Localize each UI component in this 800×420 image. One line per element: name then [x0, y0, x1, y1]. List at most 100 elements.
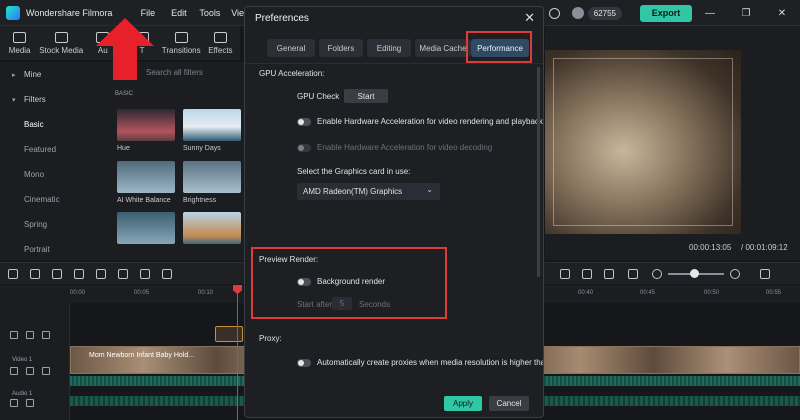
ruler-tick: 00:50 — [704, 290, 720, 296]
toolbar-effects[interactable]: Effects — [201, 26, 240, 60]
zoom-in-icon[interactable] — [730, 269, 740, 279]
tab-general[interactable]: General — [267, 39, 315, 57]
proxy-description: Automatically create proxies when media … — [317, 358, 544, 367]
crop-icon[interactable] — [162, 269, 172, 279]
marker-icon[interactable] — [604, 269, 614, 279]
section-label: BASIC — [115, 91, 134, 97]
sidebar-item-spring[interactable]: Spring — [0, 212, 106, 237]
search-input[interactable]: Search all filters — [146, 68, 203, 77]
microphone-icon[interactable] — [560, 269, 570, 279]
toolbar-stock-media[interactable]: Stock Media — [39, 26, 83, 60]
delete-icon[interactable] — [96, 269, 106, 279]
preview-panel: 00:00:13:05 / 00:01:09:12 { } ▭ ◉ ◁ ⤢ — [545, 26, 800, 272]
filter-thumb-brightness[interactable] — [183, 161, 241, 193]
proxy-toggle[interactable] — [297, 359, 311, 367]
redo-icon[interactable] — [74, 269, 84, 279]
hw-decode-toggle[interactable] — [297, 144, 311, 152]
filter-label: Sunny Days — [183, 145, 221, 152]
title-bar-right: 62755 Export — ❐ ✕ — [520, 0, 800, 26]
sidebar-item-filters[interactable]: Filters — [0, 87, 106, 112]
sidebar-item-featured[interactable]: Featured — [0, 137, 106, 162]
ruler-tick: 00:55 — [766, 290, 782, 296]
menu-edit[interactable]: Edit — [163, 8, 194, 18]
gpu-acceleration-label: GPU Acceleration: — [259, 69, 325, 78]
select-icon[interactable] — [30, 269, 40, 279]
filter-thumb-hue[interactable] — [117, 109, 175, 141]
track-eye-icon[interactable] — [42, 331, 50, 339]
credits-badge[interactable]: 62755 — [587, 6, 622, 20]
export-button[interactable]: Export — [640, 4, 692, 22]
track-lock-icon[interactable] — [10, 399, 18, 407]
avatar[interactable] — [571, 7, 584, 19]
media-icon — [13, 31, 27, 43]
timeline-menu-icon[interactable] — [760, 269, 770, 279]
track-audio-icon[interactable] — [26, 399, 34, 407]
cancel-button[interactable]: Cancel — [489, 396, 529, 411]
preview-video[interactable] — [545, 50, 741, 234]
video-track-label: Video 1 — [12, 357, 33, 363]
total-time: / 00:01:09:12 — [741, 243, 788, 252]
divider — [245, 63, 543, 64]
graphics-card-dropdown[interactable]: AMD Radeon(TM) Graphics ⌄ — [297, 183, 440, 200]
ruler-tick: 00:05 — [134, 290, 150, 296]
app-name: Wondershare Filmora — [26, 7, 113, 18]
hw-render-toggle[interactable] — [297, 118, 311, 126]
dialog-scrollbar[interactable] — [537, 67, 540, 277]
sidebar-item-basic[interactable]: Basic — [0, 112, 106, 137]
support-icon[interactable] — [548, 7, 560, 19]
track-audio-icon[interactable] — [26, 367, 34, 375]
zoom-slider-handle[interactable] — [690, 269, 699, 278]
ruler-tick: 00:00 — [70, 290, 86, 296]
sidebar-item-mono[interactable]: Mono — [0, 162, 106, 187]
filter-label: AI White Balance — [117, 197, 171, 204]
track-headers: Video 1 Audio 1 — [0, 303, 70, 420]
track-eye-icon[interactable] — [42, 367, 50, 375]
filter-label: Brightness — [183, 197, 217, 204]
track-lock-icon[interactable] — [10, 367, 18, 375]
minimize-icon[interactable]: — — [692, 8, 728, 19]
close-window-icon[interactable]: ✕ — [764, 8, 800, 19]
effects-icon — [213, 31, 227, 43]
filter-thumb-sunny-days[interactable] — [183, 109, 241, 141]
stock-media-icon — [54, 31, 68, 43]
filter-thumb[interactable] — [183, 212, 241, 244]
preview-render-highlight — [251, 247, 447, 319]
filter-thumb-ai-white-balance[interactable] — [117, 161, 175, 193]
safe-area-frame — [553, 58, 733, 226]
close-icon[interactable]: ✕ — [524, 10, 535, 26]
tab-media-cache[interactable]: Media Cache — [415, 39, 471, 57]
cut-icon[interactable] — [118, 269, 128, 279]
toolbar-transitions[interactable]: Transitions — [162, 26, 201, 60]
layout-icon[interactable] — [8, 269, 18, 279]
preferences-dialog: Preferences ✕ General Folders Editing Me… — [244, 6, 544, 418]
track-lock-icon[interactable] — [10, 331, 18, 339]
ruler-tick: 00:45 — [640, 290, 656, 296]
menu-file[interactable]: File — [132, 8, 163, 18]
voiceover-icon[interactable] — [582, 269, 592, 279]
filmora-logo-icon — [6, 5, 20, 20]
toolbar-media[interactable]: Media — [0, 26, 39, 60]
graphics-card-label: Select the Graphics card in use: — [297, 167, 411, 176]
playhead[interactable] — [237, 285, 238, 420]
snap-icon[interactable] — [628, 269, 638, 279]
current-time: 00:00:13:05 — [689, 243, 732, 252]
tab-editing[interactable]: Editing — [367, 39, 411, 57]
tab-folders[interactable]: Folders — [319, 39, 363, 57]
hw-decode-label: Enable Hardware Acceleration for video d… — [317, 143, 493, 152]
text-icon[interactable] — [140, 269, 150, 279]
hw-render-label: Enable Hardware Acceleration for video r… — [317, 117, 543, 126]
filter-label: Hue — [117, 145, 130, 152]
restore-icon[interactable]: ❐ — [728, 8, 764, 19]
menu-tools[interactable]: Tools — [194, 8, 225, 18]
sidebar-item-mine[interactable]: Mine — [0, 62, 106, 87]
performance-tab-highlight — [466, 31, 532, 63]
filter-thumb[interactable] — [117, 212, 175, 244]
undo-icon[interactable] — [52, 269, 62, 279]
track-audio-icon[interactable] — [26, 331, 34, 339]
zoom-out-icon[interactable] — [652, 269, 662, 279]
sidebar-item-cinematic[interactable]: Cinematic — [0, 187, 106, 212]
sidebar-item-portrait[interactable]: Portrait — [0, 237, 106, 262]
gpu-check-start-button[interactable]: Start — [344, 89, 388, 103]
timeline-marker[interactable] — [215, 326, 243, 342]
apply-button[interactable]: Apply — [444, 396, 482, 411]
